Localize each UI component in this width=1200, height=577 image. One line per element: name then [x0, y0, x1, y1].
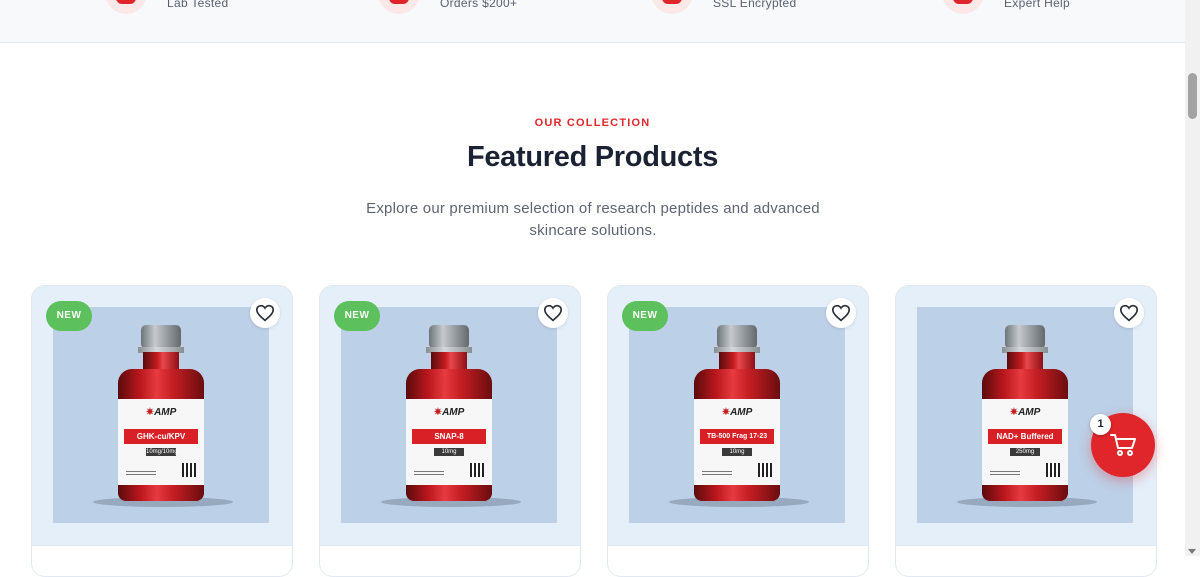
vial-label-dose: 10mg — [434, 448, 464, 456]
shield-icon — [105, 0, 147, 14]
vial-label-name: SNAP-8 — [412, 429, 486, 444]
vial-label-dose: 250mg — [1010, 448, 1040, 456]
vial-label-dose: 10mg — [722, 448, 752, 456]
heart-icon — [255, 304, 275, 322]
scrollbar-thumb[interactable] — [1188, 73, 1197, 119]
lock-icon — [651, 0, 693, 14]
vial-label-name: TB-500 Frag 17-23 — [700, 429, 774, 444]
new-badge: NEW — [334, 301, 380, 331]
heart-icon — [543, 304, 563, 322]
cart-count-badge: 1 — [1090, 414, 1111, 435]
heart-icon — [831, 304, 851, 322]
wishlist-button[interactable] — [1114, 298, 1144, 328]
support-icon — [942, 0, 984, 14]
product-card[interactable]: ✷AMP TB-500 Frag 17-23 10mg NEW — [607, 285, 869, 577]
scroll-down-arrow-icon[interactable] — [1188, 549, 1196, 554]
brand-label: AMP — [442, 407, 465, 418]
wishlist-button[interactable] — [250, 298, 280, 328]
section-title: Featured Products — [466, 141, 719, 173]
brand-label: AMP — [1018, 407, 1041, 418]
brand-label: AMP — [730, 407, 753, 418]
vial-image: ✷AMP NAD+ Buffered 250mg — [980, 325, 1070, 505]
product-card[interactable]: ✷AMP GHK-cu/KPV 10mg/10mg NEW — [31, 285, 293, 577]
product-image[interactable]: ✷AMP GHK-cu/KPV 10mg/10mg — [53, 307, 269, 523]
trust-item-label: Orders $200+ — [440, 0, 518, 10]
trust-bar: Lab Tested Orders $200+ SSL Encrypted Ex… — [0, 0, 1185, 43]
truck-icon — [378, 0, 420, 14]
new-badge: NEW — [46, 301, 92, 331]
brand-label: AMP — [154, 407, 177, 418]
cart-icon — [1110, 434, 1136, 456]
section-description: Explore our premium selection of researc… — [366, 200, 820, 239]
trust-item-label: Expert Help — [1004, 0, 1070, 10]
vial-label-name: GHK-cu/KPV — [124, 429, 198, 444]
vial-label-dose: 10mg/10mg — [146, 448, 178, 456]
product-card[interactable]: ✷AMP SNAP-8 10mg NEW — [319, 285, 581, 577]
trust-item-label: Lab Tested — [167, 0, 229, 10]
vial-image: ✷AMP SNAP-8 10mg — [404, 325, 494, 505]
vial-image: ✷AMP GHK-cu/KPV 10mg/10mg — [116, 325, 206, 505]
trust-item-label: SSL Encrypted — [713, 0, 797, 10]
product-image[interactable]: ✷AMP SNAP-8 10mg — [341, 307, 557, 523]
product-image[interactable]: ✷AMP TB-500 Frag 17-23 10mg — [629, 307, 845, 523]
new-badge: NEW — [622, 301, 668, 331]
vial-image: ✷AMP TB-500 Frag 17-23 10mg — [692, 325, 782, 505]
wishlist-button[interactable] — [538, 298, 568, 328]
heart-icon — [1119, 304, 1139, 322]
wishlist-button[interactable] — [826, 298, 856, 328]
vial-label-name: NAD+ Buffered — [988, 429, 1062, 444]
section-eyebrow: OUR COLLECTION — [534, 117, 651, 129]
page-scrollbar[interactable] — [1185, 0, 1200, 556]
